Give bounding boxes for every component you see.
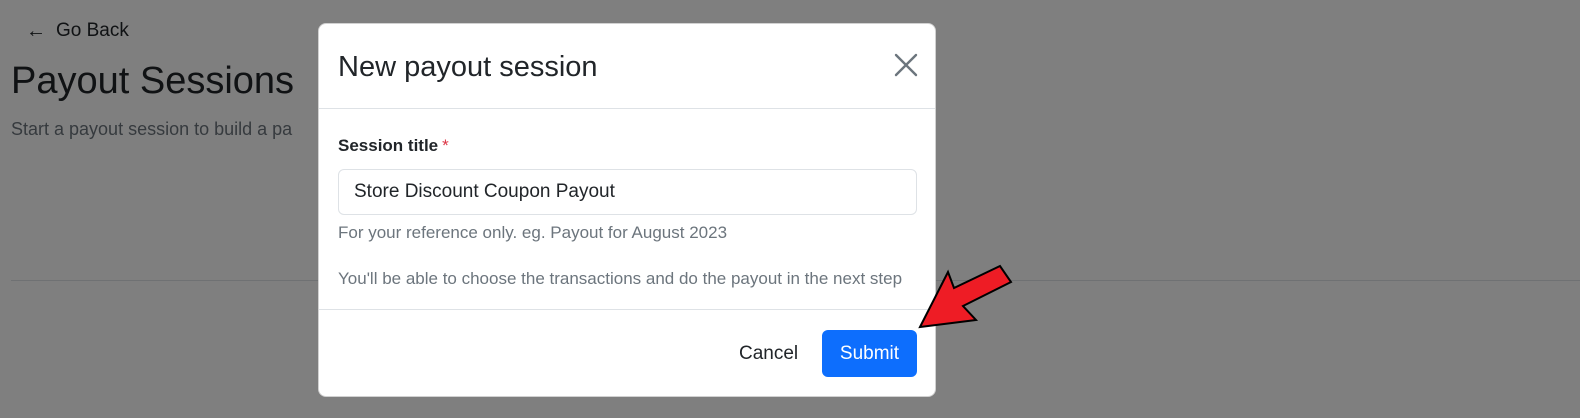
new-payout-session-modal: New payout session Session title* For yo… <box>318 23 936 397</box>
close-button[interactable] <box>893 52 919 78</box>
cancel-button[interactable]: Cancel <box>725 330 812 377</box>
modal-title: New payout session <box>338 51 598 83</box>
session-title-label-text: Session title <box>338 136 439 155</box>
close-icon <box>894 53 918 77</box>
modal-footer: Cancel Submit <box>319 309 935 396</box>
session-title-input[interactable] <box>338 169 917 215</box>
session-title-help-text: For your reference only. eg. Payout for … <box>338 223 728 242</box>
red-arrow-icon <box>918 264 1013 329</box>
modal-body: Session title* For your reference only. … <box>319 109 935 311</box>
next-step-note: You'll be able to choose the transaction… <box>338 269 903 288</box>
modal-header: New payout session <box>319 24 935 109</box>
required-indicator: * <box>442 136 449 155</box>
session-title-label: Session title * <box>338 136 449 156</box>
submit-button[interactable]: Submit <box>822 330 917 377</box>
